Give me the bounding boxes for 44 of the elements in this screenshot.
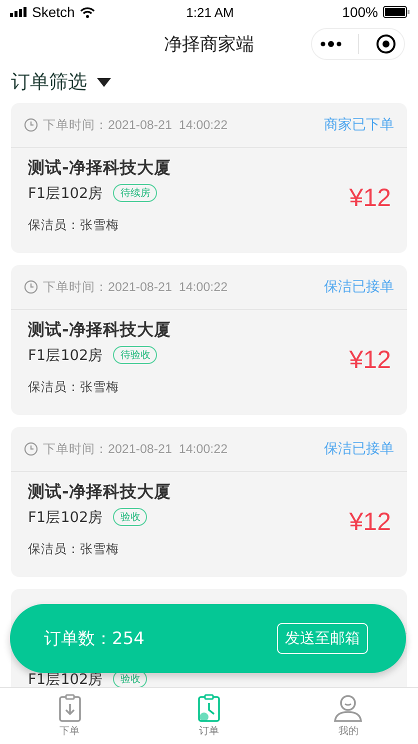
tab-item[interactable]: 下单 [0, 688, 140, 744]
tab-item[interactable]: 订单 [139, 688, 279, 744]
battery-icon [382, 6, 410, 18]
wifi-icon [80, 6, 95, 18]
order-card[interactable]: 下单时间：2021-08-21 14:00:22 商家已下单 测试-净择科技大厦 F1层102房 待续房 保洁员：张雪梅 ¥12 [11, 103, 407, 253]
carrier-name: Sketch [32, 4, 75, 20]
tab-item[interactable]: 我的 [278, 688, 418, 744]
room-number: F1层102房 [28, 671, 104, 687]
more-icon[interactable] [320, 41, 342, 47]
cleaner-name: 保洁员：张雪梅 [28, 217, 120, 234]
building-name: 测试-净择科技大厦 [28, 157, 171, 179]
order-time: 下单时间：2021-08-21 14:00:22 [43, 440, 228, 458]
clock-icon [24, 442, 38, 456]
page-title: 净择商家端 [164, 33, 254, 56]
status-tag: 待验收 [113, 346, 158, 364]
person-icon [334, 693, 362, 723]
close-icon[interactable] [376, 34, 396, 54]
room-number: F1层102房 [28, 346, 104, 365]
signal-icon [10, 7, 27, 17]
clock-icon [24, 118, 38, 132]
order-price: ¥12 [349, 184, 391, 212]
order-status: 保洁已接单 [324, 278, 394, 296]
room-number: F1层102房 [28, 508, 104, 527]
cleaner-name: 保洁员：张雪梅 [28, 541, 120, 558]
order-count: 订单数：254 [44, 628, 144, 650]
status-tag: 待续房 [113, 184, 158, 202]
status-tag: 验收 [113, 508, 148, 526]
order-card[interactable]: 下单时间：2021-08-21 14:00:22 保洁已接单 测试-净择科技大厦 F1层102房 待验收 保洁员：张雪梅 ¥12 [11, 265, 407, 415]
clock-icon [24, 280, 38, 294]
order-price: ¥12 [349, 508, 391, 536]
order-status: 商家已下单 [324, 116, 394, 134]
order-time: 下单时间：2021-08-21 14:00:22 [43, 116, 228, 134]
order-status: 保洁已接单 [324, 440, 394, 458]
room-number: F1层102房 [28, 184, 104, 203]
order-price: ¥12 [349, 346, 391, 374]
clock-time: 1:21 AM [186, 4, 234, 20]
order-card[interactable]: 下单时间：2021-08-21 14:00:22 保洁已接单 测试-净择科技大厦 F1层102房 验收 保洁员：张雪梅 ¥12 [11, 427, 407, 577]
filter-dropdown[interactable]: 订单筛选 [11, 69, 87, 95]
building-name: 测试-净择科技大厦 [28, 319, 171, 341]
order-time: 下单时间：2021-08-21 14:00:22 [43, 278, 228, 296]
building-name: 测试-净择科技大厦 [28, 481, 171, 503]
cleaner-name: 保洁员：张雪梅 [28, 379, 120, 396]
battery-percent: 100% [342, 4, 378, 20]
dropdown-caret-icon [97, 78, 111, 86]
